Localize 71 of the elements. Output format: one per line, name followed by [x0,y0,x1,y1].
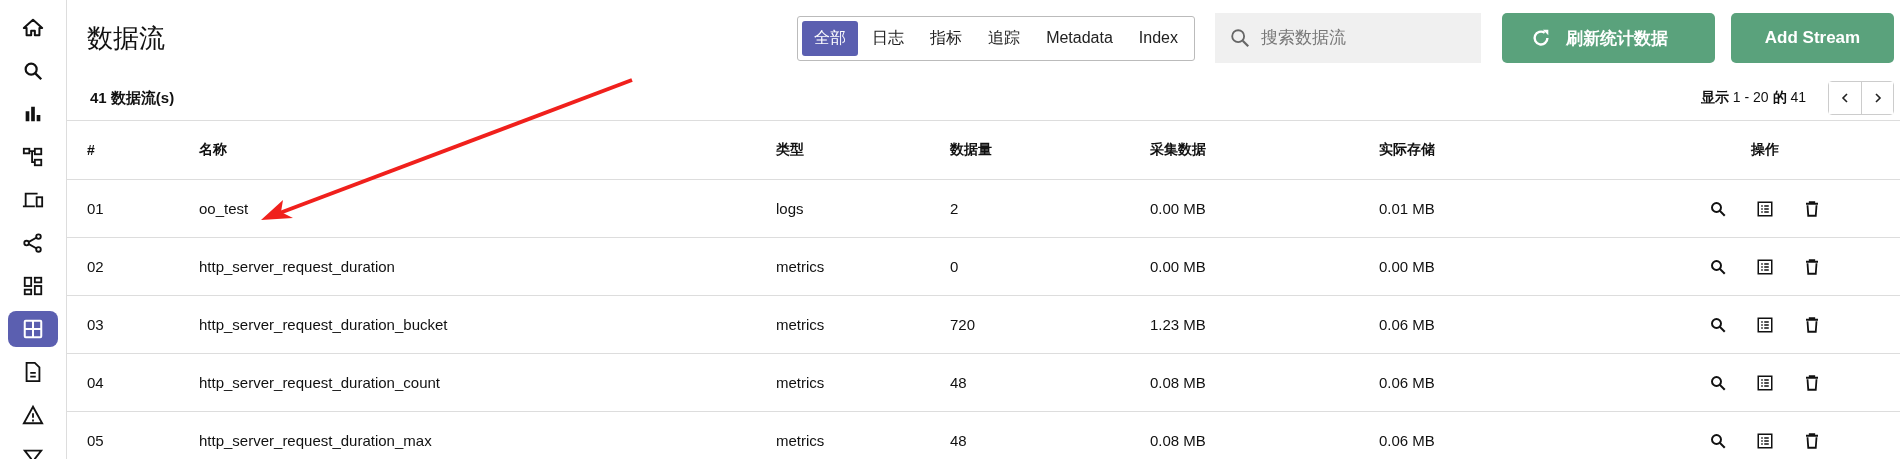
filter-tab[interactable]: 全部 [802,20,859,56]
home-icon [22,17,44,39]
table-cell: 48 [950,432,967,449]
column-header: 实际存储 [1379,141,1435,157]
trash-icon[interactable] [1803,315,1821,334]
share-icon [22,232,44,254]
table-cell: 0 [950,258,959,275]
table-cell: 48 [950,374,967,391]
filter-tab[interactable]: Index [1126,20,1190,56]
list-icon[interactable] [1756,373,1774,392]
table-cell: 720 [950,316,976,333]
list-icon[interactable] [1756,431,1774,450]
chevron-left-icon [1839,92,1851,104]
list-icon[interactable] [1756,199,1774,218]
filter-tab[interactable]: 日志 [860,20,917,56]
table-cell: 0.08 MB [1150,432,1206,449]
search-icon[interactable] [1709,315,1727,334]
table-cell: 2 [950,200,959,217]
pagination-info: 显示 1 - 20 的 41 [1700,89,1806,107]
table-cell: 0.06 MB [1379,374,1435,391]
search-icon [22,60,44,82]
table-cell: 05 [87,432,104,449]
table-cell: http_server_request_duration_max [199,432,432,449]
table-cell: 03 [87,316,104,333]
trash-icon[interactable] [1803,431,1821,450]
page-title: 数据流 [87,21,166,55]
table-cell: metrics [776,316,825,333]
table-cell: 0.00 MB [1150,200,1206,217]
table-cell: 01 [87,200,104,217]
column-header: 操作 [1751,141,1779,157]
table-cell: 04 [87,374,104,391]
table-cell: logs [776,200,804,217]
next-page-button[interactable] [1861,82,1893,114]
table-cell: 0.06 MB [1379,432,1435,449]
search-icon[interactable] [1709,199,1727,218]
table-cell: 0.01 MB [1379,200,1435,217]
column-header: # [87,142,95,158]
column-header: 名称 [199,141,227,157]
stream-count: 41 数据流(s) [90,88,175,108]
warning-icon [22,404,44,426]
table-cell: http_server_request_duration [199,258,395,275]
filter-tab[interactable]: 指标 [918,20,975,56]
grid-icon [22,318,44,340]
table-cell: http_server_request_duration_count [199,374,440,391]
filter-tab[interactable]: Metadata [1034,20,1125,56]
table-cell: metrics [776,432,825,449]
column-header: 采集数据 [1150,141,1206,157]
table-cell: 02 [87,258,104,275]
column-header: 类型 [776,141,804,157]
trash-icon[interactable] [1803,257,1821,276]
search-field[interactable]: 搜索数据流 [1215,13,1481,63]
trash-icon[interactable] [1803,373,1821,392]
table-cell: 0.08 MB [1150,374,1206,391]
filter-tab[interactable]: 追踪 [976,20,1033,56]
column-header: 数据量 [950,141,992,157]
dashboard-icon [22,275,44,297]
table-cell: 0.06 MB [1379,316,1435,333]
list-icon[interactable] [1756,257,1774,276]
table-cell: oo_test [199,200,249,217]
table-cell: 1.23 MB [1150,316,1206,333]
search-icon[interactable] [1709,373,1727,392]
list-icon[interactable] [1756,315,1774,334]
table-cell: 0.00 MB [1150,258,1206,275]
search-icon[interactable] [1709,257,1727,276]
table-cell: 0.00 MB [1379,258,1435,275]
table-cell: metrics [776,258,825,275]
trash-icon[interactable] [1803,199,1821,218]
hierarchy-icon [22,146,44,168]
table-cell: metrics [776,374,825,391]
search-icon[interactable] [1709,431,1727,450]
table-cell: http_server_request_duration_bucket [199,316,448,333]
